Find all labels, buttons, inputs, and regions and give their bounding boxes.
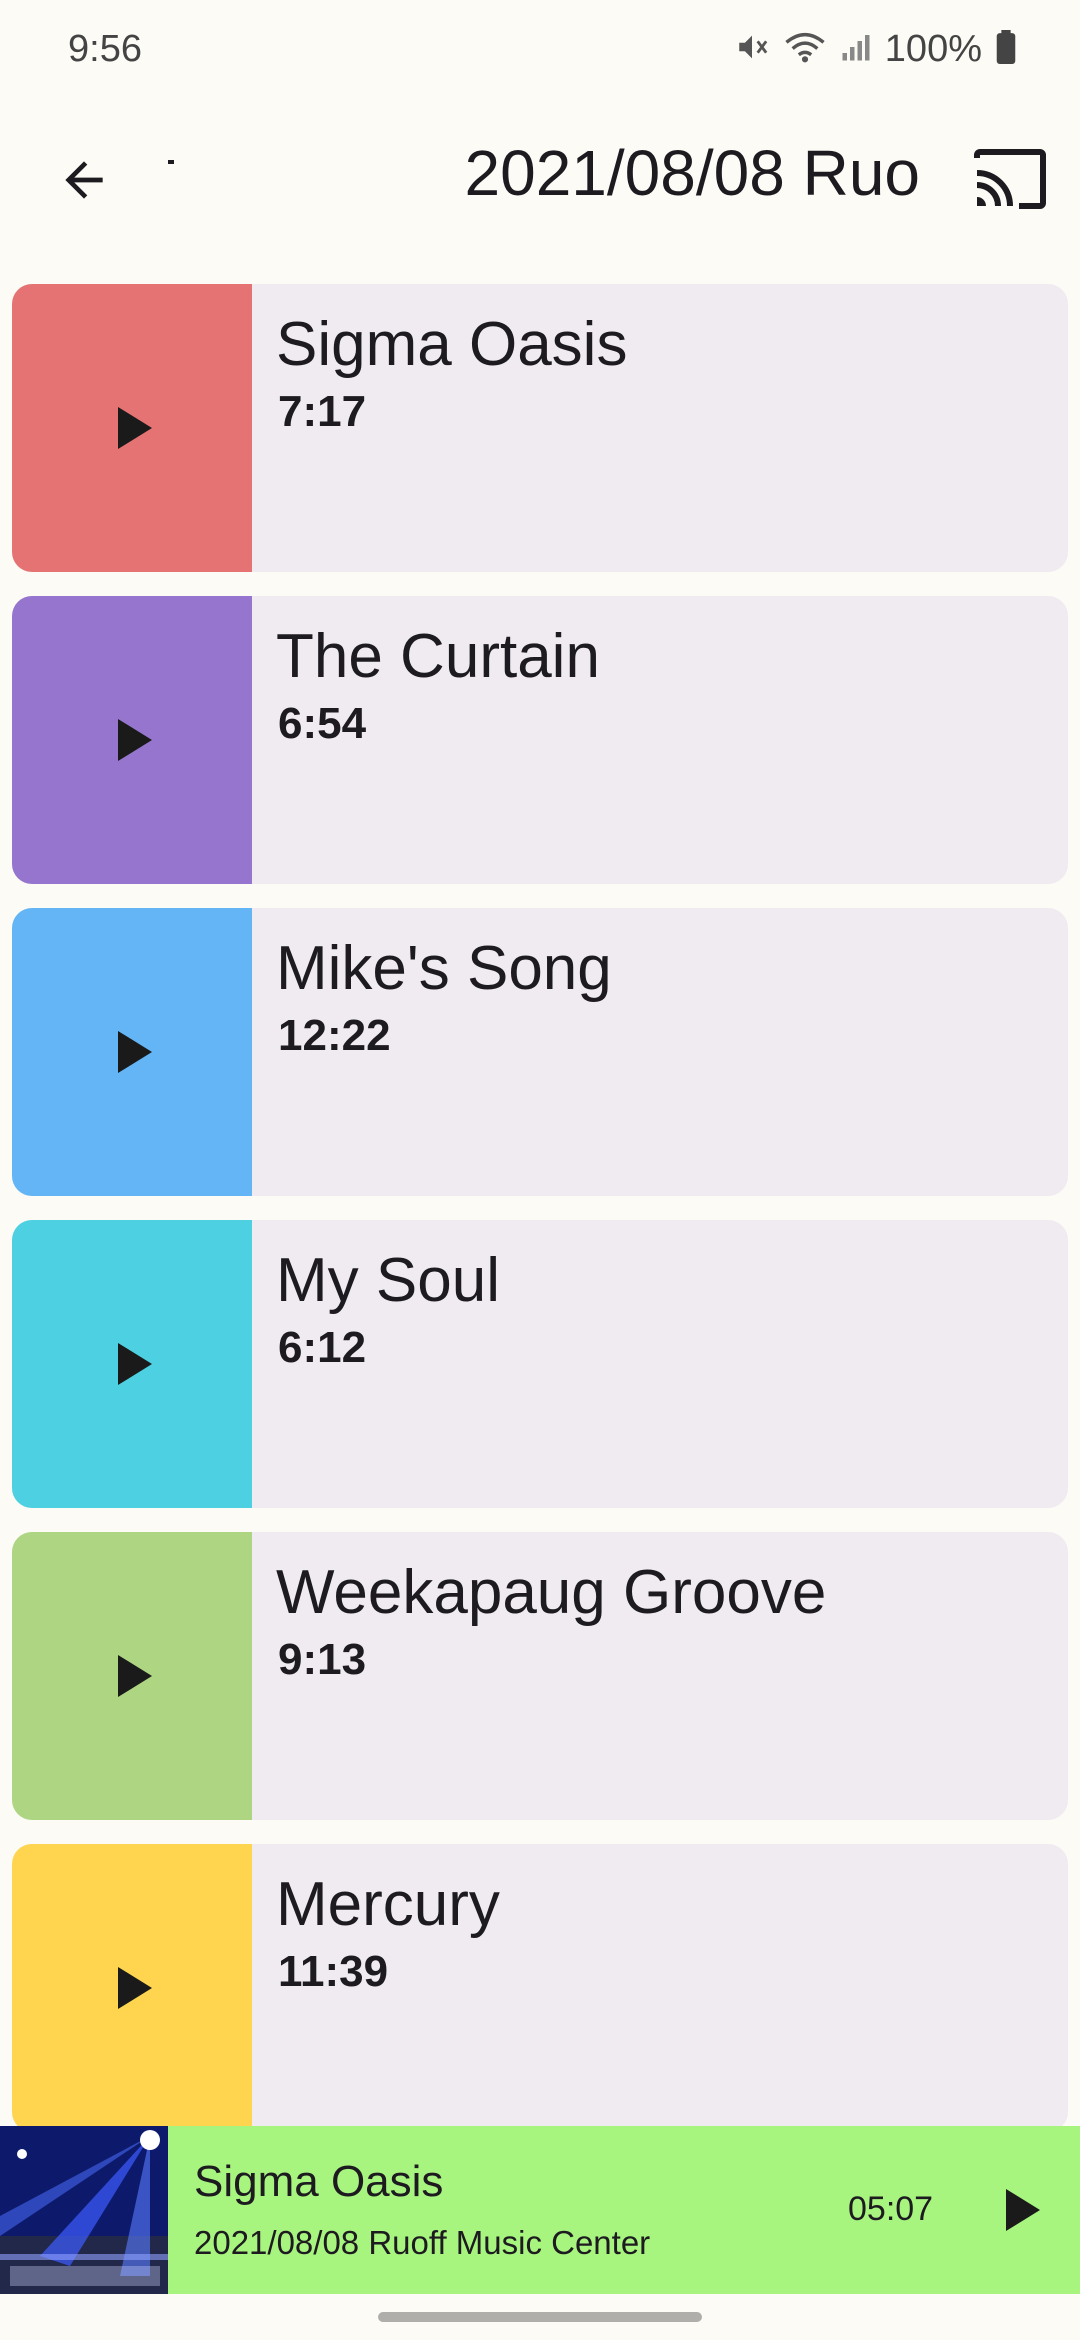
status-icons: 100% (735, 28, 1016, 71)
track-play-area[interactable] (12, 1532, 252, 1820)
play-icon (118, 1655, 152, 1697)
track-play-area[interactable] (12, 284, 252, 572)
track-duration: 9:13 (278, 1635, 367, 1684)
track-card[interactable]: The Curtain 6:54 (12, 596, 1068, 884)
play-icon (118, 1343, 152, 1385)
track-card[interactable]: Sigma Oasis 7:17 (12, 284, 1068, 572)
play-icon (118, 1967, 152, 2009)
signal-icon (841, 32, 871, 67)
now-playing-play-button[interactable] (980, 2170, 1060, 2250)
cast-button[interactable] (970, 146, 1050, 216)
wifi-icon (783, 30, 827, 69)
status-bar: 9:56 100% (0, 0, 1080, 100)
title-overflow-mark (168, 160, 174, 164)
album-art (0, 2126, 168, 2294)
mute-icon (735, 30, 769, 69)
track-list: Sigma Oasis 7:17 The Curtain 6:54 Mike's… (12, 284, 1068, 2156)
battery-icon (996, 30, 1016, 69)
back-button[interactable] (44, 142, 124, 222)
track-duration: 6:54 (278, 699, 367, 748)
now-playing-title: Sigma Oasis (194, 2157, 444, 2206)
play-icon (118, 1031, 152, 1073)
track-duration: 11:39 (278, 1947, 389, 1996)
page-title: 2021/08/08 Ruo (464, 138, 921, 208)
track-title: Mercury (276, 1870, 500, 1939)
track-duration: 7:17 (278, 387, 367, 436)
now-playing-time: 05:07 (848, 2190, 934, 2228)
track-title: Sigma Oasis (276, 310, 628, 379)
track-title: Weekapaug Groove (276, 1558, 827, 1627)
track-play-area[interactable] (12, 596, 252, 884)
battery-percent: 100% (884, 28, 982, 70)
track-duration: 12:22 (278, 1011, 391, 1060)
track-play-area[interactable] (12, 908, 252, 1196)
track-card[interactable]: Weekapaug Groove 9:13 (12, 1532, 1068, 1820)
track-duration: 6:12 (278, 1323, 367, 1372)
track-card[interactable]: Mike's Song 12:22 (12, 908, 1068, 1196)
track-title: Mike's Song (276, 934, 612, 1003)
arrow-left-icon (56, 152, 112, 213)
status-time: 9:56 (68, 28, 142, 70)
track-card[interactable]: Mercury 11:39 (12, 1844, 1068, 2132)
play-icon (118, 719, 152, 761)
gesture-bar[interactable] (378, 2312, 702, 2322)
app-bar: 2021/08/08 Ruo (0, 120, 1080, 230)
track-play-area[interactable] (12, 1220, 252, 1508)
track-card[interactable]: My Soul 6:12 (12, 1220, 1068, 1508)
track-play-area[interactable] (12, 1844, 252, 2132)
track-title: My Soul (276, 1246, 500, 1315)
play-icon (1006, 2189, 1040, 2231)
now-playing-subtitle: 2021/08/08 Ruoff Music Center (194, 2224, 651, 2261)
track-title: The Curtain (276, 622, 600, 691)
play-icon (118, 407, 152, 449)
now-playing-bar[interactable]: Sigma Oasis 2021/08/08 Ruoff Music Cente… (0, 2126, 1080, 2294)
cast-icon (974, 148, 1046, 215)
